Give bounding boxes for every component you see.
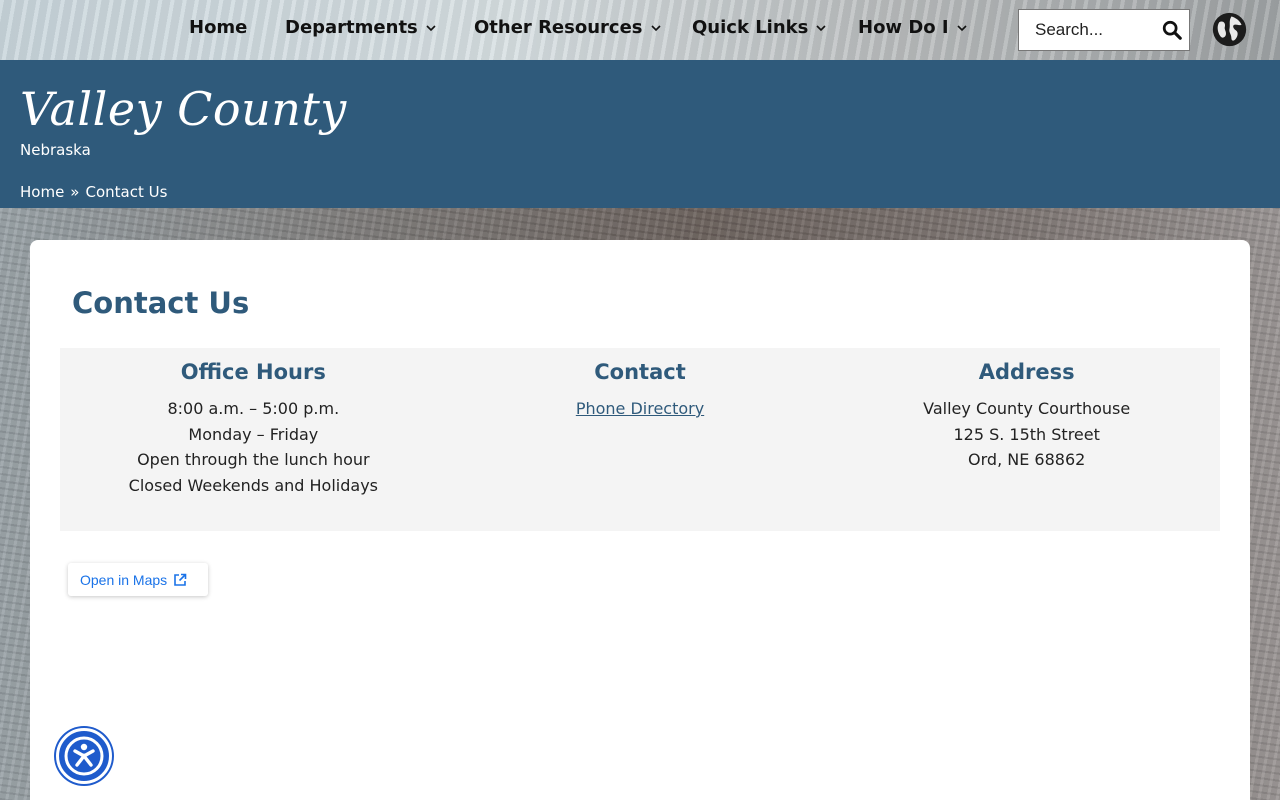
office-hours-line: Open through the lunch hour bbox=[137, 450, 370, 470]
address-line: Ord, NE 68862 bbox=[968, 450, 1086, 470]
contact-info-panel: Office Hours 8:00 a.m. – 5:00 p.m. Monda… bbox=[60, 348, 1220, 531]
address-heading: Address bbox=[978, 360, 1075, 384]
nav-item-how-do-i[interactable]: How Do I bbox=[858, 17, 967, 38]
office-hours-line: Closed Weekends and Holidays bbox=[128, 476, 378, 496]
nav-item-departments[interactable]: Departments bbox=[285, 17, 436, 38]
nav-item-home[interactable]: Home bbox=[189, 17, 247, 38]
breadcrumb-home[interactable]: Home bbox=[20, 183, 64, 201]
search-icon[interactable] bbox=[1161, 19, 1183, 41]
site-header: Valley County Nebraska Home » Contact Us bbox=[0, 60, 1280, 208]
address-line: 125 S. 15th Street bbox=[953, 424, 1100, 444]
site-title[interactable]: Valley County bbox=[20, 82, 347, 136]
nav-item-label: Home bbox=[189, 17, 248, 38]
content-card: Contact Us Office Hours 8:00 a.m. – 5:00… bbox=[30, 240, 1250, 800]
nav-item-label: Quick Links bbox=[692, 17, 809, 38]
breadcrumb-separator: » bbox=[70, 183, 80, 201]
open-in-maps-button[interactable]: Open in Maps bbox=[68, 563, 208, 596]
address-line: Valley County Courthouse bbox=[923, 399, 1131, 418]
nav-item-label: Other Resources bbox=[474, 17, 643, 38]
globe-icon[interactable] bbox=[1211, 11, 1248, 48]
open-in-maps-label: Open in Maps bbox=[80, 571, 168, 588]
accessibility-icon bbox=[64, 736, 104, 776]
contact-column: Contact Phone Directory bbox=[447, 348, 834, 531]
chevron-down-icon bbox=[816, 24, 826, 31]
office-hours-heading: Office Hours bbox=[180, 360, 326, 384]
breadcrumb: Home » Contact Us bbox=[20, 183, 167, 201]
nav-item-quick-links[interactable]: Quick Links bbox=[692, 17, 826, 38]
office-hours-line: Monday – Friday bbox=[188, 424, 319, 444]
main-nav: Home Departments Other Resources Quick L… bbox=[0, 0, 1280, 60]
accessibility-button[interactable] bbox=[56, 728, 112, 784]
chevron-down-icon bbox=[650, 24, 661, 31]
nav-item-label: Departments bbox=[285, 17, 418, 38]
chevron-down-icon bbox=[957, 24, 967, 31]
phone-directory-link[interactable]: Phone Directory bbox=[576, 399, 704, 418]
address-column: Address Valley County Courthouse 125 S. … bbox=[833, 348, 1220, 531]
chevron-down-icon bbox=[426, 24, 436, 31]
office-hours-line: 8:00 a.m. – 5:00 p.m. bbox=[167, 399, 340, 418]
search-input[interactable] bbox=[1019, 11, 1149, 49]
page-title: Contact Us bbox=[72, 286, 250, 320]
nav-item-other-resources[interactable]: Other Resources bbox=[474, 17, 661, 38]
breadcrumb-current: Contact Us bbox=[85, 183, 168, 201]
external-link-icon bbox=[174, 573, 187, 586]
site-subtitle: Nebraska bbox=[20, 141, 91, 159]
office-hours-column: Office Hours 8:00 a.m. – 5:00 p.m. Monda… bbox=[60, 348, 447, 531]
contact-heading: Contact bbox=[594, 360, 686, 384]
search-box bbox=[1018, 9, 1190, 51]
nav-item-label: How Do I bbox=[858, 17, 949, 38]
